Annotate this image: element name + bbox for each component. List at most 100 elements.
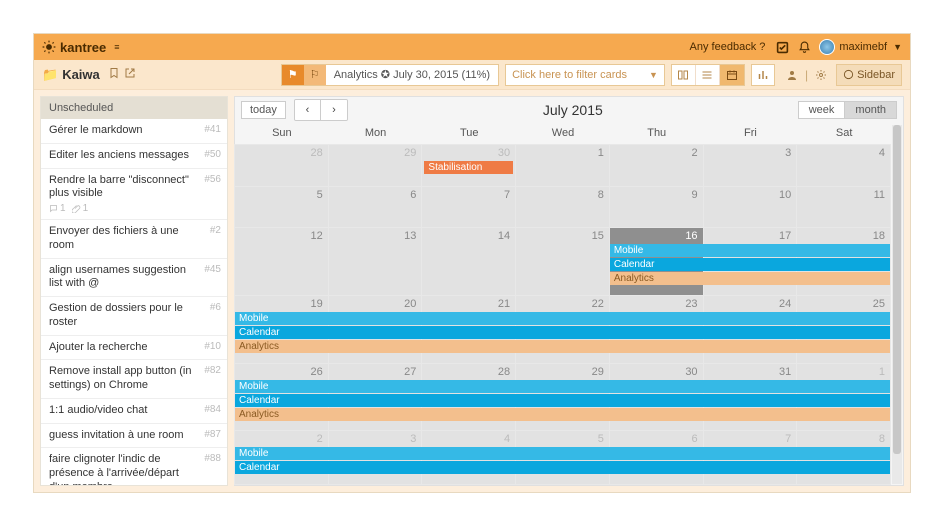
feedback-link[interactable]: Any feedback ? xyxy=(690,41,766,53)
card[interactable]: Gérer le markdown#41 xyxy=(41,119,227,144)
day-cell[interactable]: 1 xyxy=(515,144,610,187)
prev-button[interactable]: ‹ xyxy=(295,100,321,120)
day-cell[interactable]: 7 xyxy=(421,186,516,229)
card-title: Rendre la barre "disconnect" plus visibl… xyxy=(49,174,196,202)
day-cell[interactable]: 2 xyxy=(609,144,704,187)
event-mobile[interactable]: Mobile xyxy=(235,380,890,393)
flag-icon[interactable]: ⚑ xyxy=(282,65,304,85)
day-cell[interactable]: 16MobileCalendarAnalytics xyxy=(609,227,704,296)
flag-outline-icon[interactable]: ⚐ xyxy=(304,65,326,85)
day-number: 8 xyxy=(879,433,885,445)
filter-input[interactable]: Click here to filter cards ▼ xyxy=(505,64,665,86)
event-calendar[interactable]: Calendar xyxy=(610,258,890,271)
card[interactable]: align usernames suggestion list with @#4… xyxy=(41,259,227,298)
caret-down-icon: ▼ xyxy=(893,42,902,52)
card[interactable]: Ajouter la recherche#10 xyxy=(41,336,227,361)
card-id: #41 xyxy=(204,124,221,135)
day-number: 3 xyxy=(785,147,791,159)
event-calendar[interactable]: Calendar xyxy=(235,326,890,339)
day-cell[interactable]: 11 xyxy=(796,186,891,229)
card-id: #56 xyxy=(204,174,221,185)
next-button[interactable]: › xyxy=(321,100,347,120)
bookmark-icon[interactable] xyxy=(108,67,120,82)
day-cell[interactable]: 10 xyxy=(703,186,798,229)
week-button[interactable]: week xyxy=(799,102,846,118)
day-number: 30 xyxy=(685,366,697,378)
day-number: 1 xyxy=(879,366,885,378)
breadcrumb[interactable]: ⚑ ⚐ Analytics ✪ July 30, 2015 (11%) xyxy=(281,64,499,86)
day-number: 4 xyxy=(879,147,885,159)
day-cell[interactable]: 8 xyxy=(515,186,610,229)
day-cell[interactable]: 15 xyxy=(515,227,610,296)
today-button[interactable]: today xyxy=(241,101,286,119)
day-number: 9 xyxy=(691,189,697,201)
month-button[interactable]: month xyxy=(845,102,896,118)
event-mobile[interactable]: Mobile xyxy=(610,244,890,257)
card[interactable]: Envoyer des fichiers à une room#2 xyxy=(41,220,227,259)
event-calendar[interactable]: Calendar xyxy=(235,461,890,474)
day-cell[interactable]: 30Stabilisation xyxy=(421,144,516,187)
user-menu[interactable]: maximebf ▼ xyxy=(819,39,902,55)
range-toggle: week month xyxy=(798,101,897,119)
calendar: today ‹ › July 2015 week month SunMonTue… xyxy=(234,96,904,486)
day-cell[interactable]: 29 xyxy=(328,144,423,187)
day-cell[interactable]: 19MobileCalendarAnalytics xyxy=(234,295,329,364)
card[interactable]: guess invitation à une room#87 xyxy=(41,424,227,449)
card[interactable]: Remove install app button (in settings) … xyxy=(41,360,227,399)
view-table-button[interactable] xyxy=(696,65,720,85)
event-stab[interactable]: Stabilisation xyxy=(424,161,513,174)
day-number: 21 xyxy=(498,298,510,310)
day-number: 6 xyxy=(410,189,416,201)
day-cell[interactable]: 3 xyxy=(703,144,798,187)
day-cell[interactable]: 2MobileCalendar xyxy=(234,430,329,485)
card[interactable]: Rendre la barre "disconnect" plus visibl… xyxy=(41,169,227,221)
event-analytics[interactable]: Analytics xyxy=(610,272,890,285)
day-cell[interactable]: 6 xyxy=(328,186,423,229)
scrollbar[interactable] xyxy=(892,125,902,484)
event-analytics[interactable]: Analytics xyxy=(235,408,890,421)
members-icon[interactable] xyxy=(781,64,803,86)
day-number: 28 xyxy=(498,366,510,378)
day-cell[interactable]: 13 xyxy=(328,227,423,296)
day-cell[interactable]: 26MobileCalendarAnalytics xyxy=(234,363,329,432)
card-title: 1:1 audio/video chat xyxy=(49,404,196,418)
day-header: Sat xyxy=(797,123,891,145)
card-id: #82 xyxy=(204,365,221,376)
day-cell[interactable]: 4 xyxy=(796,144,891,187)
day-cell[interactable]: 5 xyxy=(234,186,329,229)
project-name[interactable]: Kaiwa xyxy=(62,67,100,82)
event-calendar[interactable]: Calendar xyxy=(235,394,890,407)
check-icon[interactable] xyxy=(771,37,793,57)
settings-icon[interactable] xyxy=(810,64,832,86)
content: Unscheduled Gérer le markdown#41Editer l… xyxy=(34,90,910,492)
view-calendar-button[interactable] xyxy=(720,65,744,85)
view-list-button[interactable] xyxy=(672,65,696,85)
card-title: Remove install app button (in settings) … xyxy=(49,365,196,393)
day-number: 2 xyxy=(691,147,697,159)
day-number: 7 xyxy=(504,189,510,201)
event-mobile[interactable]: Mobile xyxy=(235,447,890,460)
stats-button[interactable] xyxy=(751,64,775,86)
external-link-icon[interactable] xyxy=(124,67,136,82)
card[interactable]: Gestion de dossiers pour le roster#6 xyxy=(41,297,227,336)
day-number: 4 xyxy=(504,433,510,445)
event-analytics[interactable]: Analytics xyxy=(235,340,890,353)
brand[interactable]: kantree ≡ xyxy=(42,40,120,55)
day-number: 1 xyxy=(598,147,604,159)
card[interactable]: 1:1 audio/video chat#84 xyxy=(41,399,227,424)
day-cell[interactable]: 14 xyxy=(421,227,516,296)
card-title: Gestion de dossiers pour le roster xyxy=(49,302,202,330)
card-id: #10 xyxy=(204,341,221,352)
day-cell[interactable]: 9 xyxy=(609,186,704,229)
card[interactable]: Editer les anciens messages#50 xyxy=(41,144,227,169)
calendar-title: July 2015 xyxy=(348,102,798,118)
attachments-icon: 1 xyxy=(72,203,89,214)
sidebar-toggle[interactable]: Sidebar xyxy=(836,64,902,86)
day-cell[interactable]: 12 xyxy=(234,227,329,296)
day-cell[interactable]: 28 xyxy=(234,144,329,187)
day-number: 29 xyxy=(592,366,604,378)
bell-icon[interactable] xyxy=(793,37,815,57)
event-mobile[interactable]: Mobile xyxy=(235,312,890,325)
card[interactable]: faire clignoter l'indic de présence à l'… xyxy=(41,448,227,485)
brand-menu-icon[interactable]: ≡ xyxy=(114,42,119,52)
